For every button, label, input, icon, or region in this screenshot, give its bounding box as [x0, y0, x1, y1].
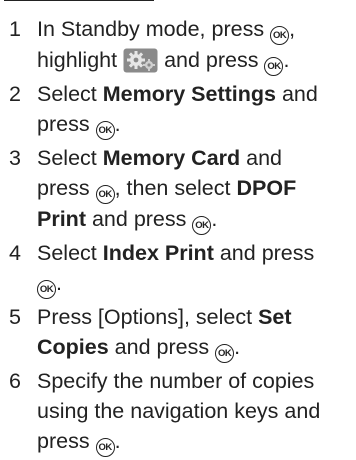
step-text: Select [37, 241, 97, 265]
step-text: using the navigation keys and [37, 399, 321, 423]
step-text: Select [37, 146, 97, 170]
step-3: 3 Select Memory Card and press OK, then … [0, 143, 356, 235]
ok-button-icon: OK [95, 438, 115, 457]
menu-term: DPOF [236, 176, 297, 200]
settings-gear-icon [123, 48, 158, 73]
step-text: Select [37, 82, 97, 106]
step-text: , [289, 17, 296, 41]
step-1: 1 In Standby mode, press OK, highlight a… [0, 14, 356, 76]
step-number: 2 [9, 82, 21, 106]
ok-button-icon: OK [95, 185, 115, 204]
step-text: and [246, 146, 283, 170]
menu-term: Set [258, 305, 292, 329]
step-text: . [234, 335, 241, 359]
step-text: . [283, 48, 290, 72]
step-text: . [211, 207, 218, 231]
step-text: . [56, 271, 62, 295]
menu-term: Copies [37, 335, 109, 359]
ok-button-icon: OK [192, 216, 212, 235]
section-heading-rule [4, 0, 154, 1]
ok-button-icon: OK [95, 121, 115, 140]
ok-button-icon: OK [270, 26, 290, 45]
menu-term: Memory Settings [102, 82, 276, 106]
step-text: and press [114, 335, 210, 359]
step-text: and [281, 82, 318, 106]
step-text: Press [Options], select [37, 305, 253, 329]
step-text: highlight [37, 48, 118, 72]
step-text: In Standby mode, press [37, 17, 265, 41]
step-text: Specify the number of copies [37, 369, 315, 393]
step-number: 1 [9, 17, 21, 41]
step-number: 3 [9, 146, 21, 170]
step-4: 4 Select Index Print and press OK. [0, 238, 356, 299]
step-text: , then select [114, 176, 231, 200]
step-6: 6 Specify the number of copies using the… [0, 366, 356, 457]
step-number: 6 [9, 369, 21, 393]
step-number: 5 [9, 305, 21, 329]
instruction-steps: 1 In Standby mode, press OK, highlight a… [0, 14, 356, 460]
step-text: and press [219, 241, 315, 265]
step-text: and press [164, 48, 259, 72]
step-number: 4 [9, 241, 21, 265]
menu-term: Index Print [102, 241, 214, 265]
ok-button-icon: OK [264, 57, 284, 76]
step-text: press [37, 176, 90, 200]
step-2: 2 Select Memory Settings and press OK. [0, 79, 356, 140]
step-5: 5 Press [Options], select Set Copies and… [0, 302, 356, 363]
step-text: press [37, 112, 90, 136]
menu-term: Memory Card [102, 146, 241, 170]
ok-button-icon: OK [215, 344, 235, 363]
menu-term: Print [37, 207, 86, 231]
step-text: . [114, 112, 121, 136]
ok-button-icon: OK [37, 280, 56, 299]
step-text: and press [91, 207, 187, 231]
